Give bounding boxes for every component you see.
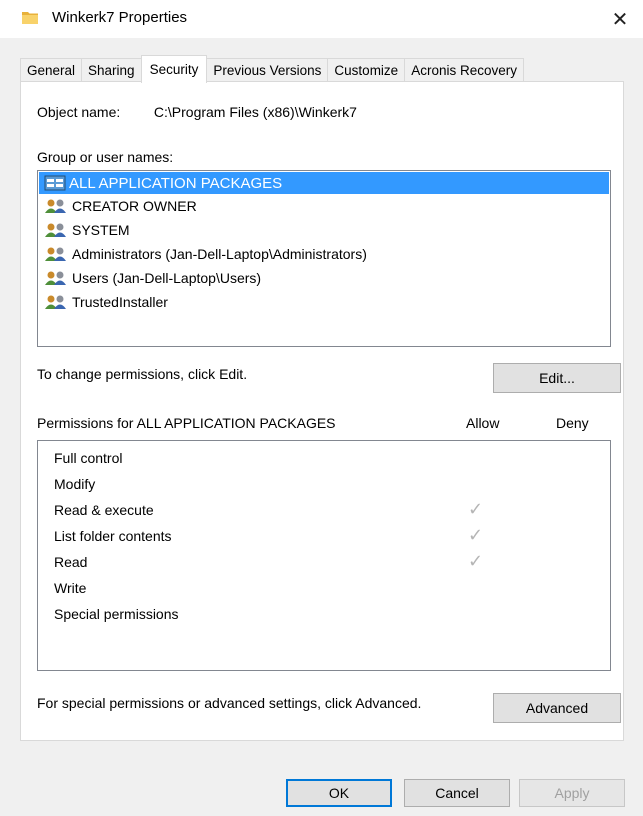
permissions-header: Permissions for ALL APPLICATION PACKAGES… xyxy=(37,415,611,435)
close-button[interactable]: ✕ xyxy=(597,0,643,38)
advanced-button[interactable]: Advanced xyxy=(493,693,621,723)
list-item-creator-owner[interactable]: CREATOR OWNER xyxy=(38,194,610,218)
users-group-icon xyxy=(45,223,66,237)
tab-customize[interactable]: Customize xyxy=(327,58,406,82)
permission-row-read-execute: Read & execute ✓ xyxy=(38,497,610,523)
permission-name: Modify xyxy=(54,476,96,492)
users-group-icon xyxy=(45,247,66,261)
list-item-label: TrustedInstaller xyxy=(72,294,168,310)
allow-check-icon: ✓ xyxy=(468,525,484,545)
permission-name: Read xyxy=(54,554,88,570)
list-item-system[interactable]: SYSTEM xyxy=(38,218,610,242)
permission-row-modify: Modify xyxy=(38,471,610,497)
permission-row-read: Read ✓ xyxy=(38,549,610,575)
group-user-list[interactable]: ALL APPLICATION PACKAGES CREATOR OWNER S… xyxy=(37,170,611,347)
permission-name: Write xyxy=(54,580,87,596)
folder-icon xyxy=(22,12,38,24)
tab-previous-versions[interactable]: Previous Versions xyxy=(206,58,329,82)
tab-acronis-recovery[interactable]: Acronis Recovery xyxy=(404,58,524,82)
permission-name: Special permissions xyxy=(54,606,179,622)
users-group-icon xyxy=(45,199,66,213)
security-panel: Object name: C:\Program Files (x86)\Wink… xyxy=(20,81,624,741)
window-title: Winkerk7 Properties xyxy=(52,9,188,26)
list-item-trustedinstaller[interactable]: TrustedInstaller xyxy=(38,290,610,314)
list-item-administrators[interactable]: Administrators (Jan-Dell-Laptop\Administ… xyxy=(38,242,610,266)
tab-strip: General Sharing Security Previous Versio… xyxy=(20,55,524,83)
group-list-label: Group or user names: xyxy=(37,149,174,165)
list-item-label: ALL APPLICATION PACKAGES xyxy=(69,174,283,192)
permission-name: Read & execute xyxy=(54,502,154,518)
users-group-icon xyxy=(45,295,66,309)
object-name-value: C:\Program Files (x86)\Winkerk7 xyxy=(153,104,357,120)
list-item-label: SYSTEM xyxy=(72,222,130,238)
tab-general[interactable]: General xyxy=(20,58,83,82)
permission-row-list-folder-contents: List folder contents ✓ xyxy=(38,523,610,549)
allow-column-header: Allow xyxy=(466,415,500,431)
cancel-button[interactable]: Cancel xyxy=(404,779,510,807)
allow-check-icon: ✓ xyxy=(468,499,484,519)
permission-row-write: Write xyxy=(38,575,610,601)
list-item-label: Administrators (Jan-Dell-Laptop\Administ… xyxy=(72,246,367,262)
tab-sharing[interactable]: Sharing xyxy=(81,58,142,82)
ok-button[interactable]: OK xyxy=(286,779,392,807)
object-name-label: Object name: xyxy=(37,104,121,120)
permission-row-special-permissions: Special permissions xyxy=(38,601,610,627)
permissions-list[interactable]: Full control Modify Read & execute ✓ Lis… xyxy=(37,440,611,671)
list-item-label: CREATOR OWNER xyxy=(72,198,197,214)
permission-name: List folder contents xyxy=(54,528,172,544)
permissions-title: Permissions for ALL APPLICATION PACKAGES xyxy=(37,415,336,431)
allow-check-icon: ✓ xyxy=(468,551,484,571)
users-group-icon xyxy=(45,271,66,285)
list-item-label: Users (Jan-Dell-Laptop\Users) xyxy=(72,270,262,286)
change-permissions-hint: To change permissions, click Edit. xyxy=(37,366,248,382)
app-packages-icon xyxy=(44,175,66,191)
object-name-row: Object name: C:\Program Files (x86)\Wink… xyxy=(37,104,357,120)
title-bar: Winkerk7 Properties ✕ xyxy=(0,0,643,38)
dialog-body: General Sharing Security Previous Versio… xyxy=(0,38,643,816)
list-item-all-application-packages[interactable]: ALL APPLICATION PACKAGES xyxy=(39,172,609,194)
tab-security[interactable]: Security xyxy=(140,55,208,83)
permission-row-full-control: Full control xyxy=(38,445,610,471)
permission-name: Full control xyxy=(54,450,123,466)
apply-button[interactable]: Apply xyxy=(519,779,625,807)
list-item-users[interactable]: Users (Jan-Dell-Laptop\Users) xyxy=(38,266,610,290)
deny-column-header: Deny xyxy=(556,415,589,431)
advanced-hint: For special permissions or advanced sett… xyxy=(37,695,422,711)
edit-button[interactable]: Edit... xyxy=(493,363,621,393)
